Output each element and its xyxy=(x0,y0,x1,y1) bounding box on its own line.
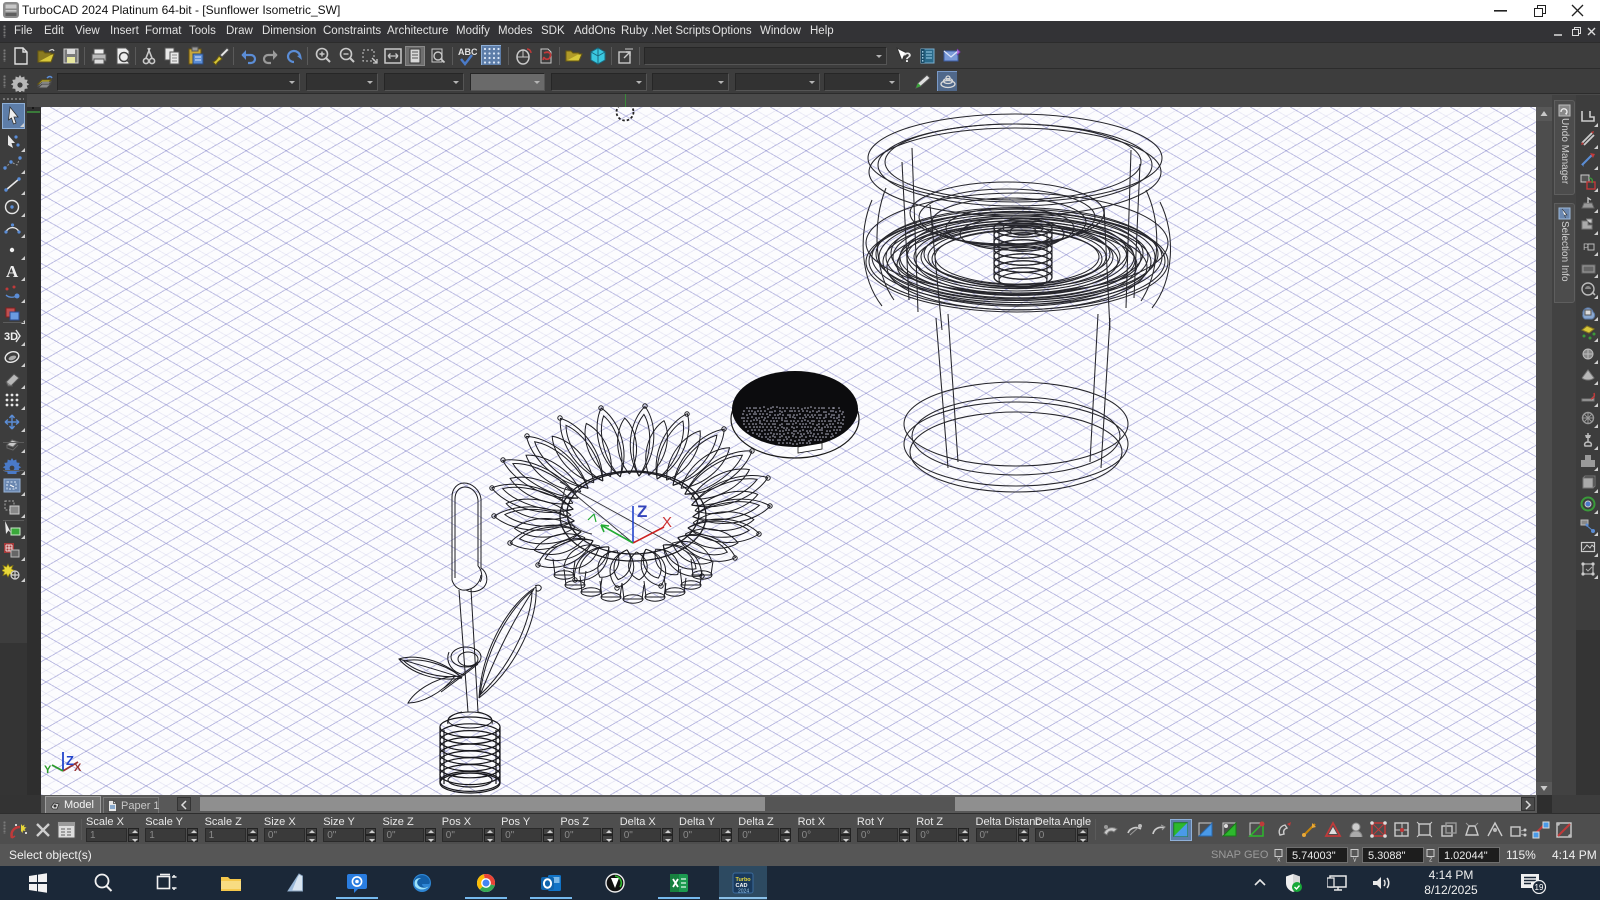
svg-text:2024: 2024 xyxy=(738,889,749,895)
svg-text:ABC: ABC xyxy=(458,47,477,57)
svg-text:X: X xyxy=(662,514,672,531)
svg-text:19: 19 xyxy=(1535,883,1544,892)
svg-text:Y: Y xyxy=(44,764,52,776)
svg-text:y: y xyxy=(1353,857,1357,863)
svg-text:z: z xyxy=(1429,857,1433,863)
svg-text:A: A xyxy=(6,262,19,280)
svg-text:X: X xyxy=(74,762,82,774)
svg-text:x: x xyxy=(1277,857,1281,863)
svg-text:?: ? xyxy=(903,49,912,65)
svg-text:Z: Z xyxy=(66,753,74,768)
svg-text:Z: Z xyxy=(637,502,647,521)
